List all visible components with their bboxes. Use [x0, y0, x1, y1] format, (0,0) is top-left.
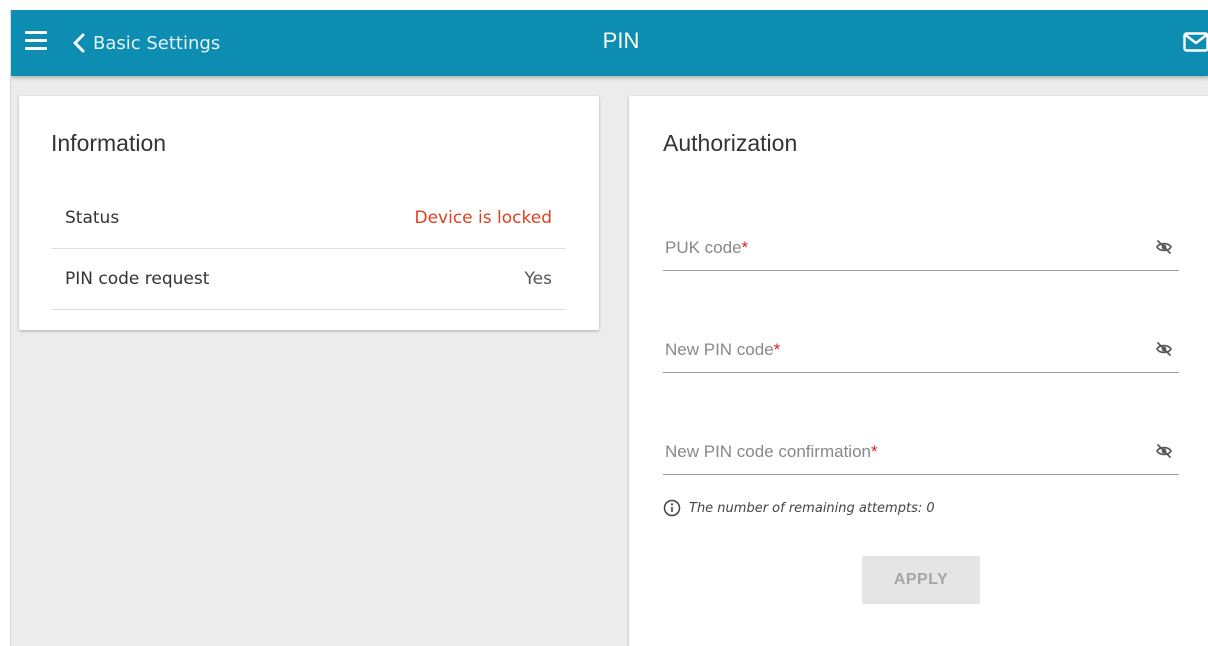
pin-request-label: PIN code request — [65, 269, 210, 289]
required-mark: * — [773, 340, 781, 359]
mail-icon[interactable] — [1183, 32, 1208, 52]
eye-off-icon[interactable] — [1155, 238, 1173, 256]
required-mark: * — [870, 442, 878, 461]
app-frame: Basic Settings PIN Information Status De… — [10, 10, 1208, 646]
authorization-card: Authorization PUK code* New PIN code* Ne… — [629, 96, 1208, 646]
puk-code-placeholder: PUK code* — [665, 238, 749, 257]
puk-code-field[interactable]: PUK code* — [663, 220, 1179, 271]
page-title: PIN — [602, 28, 640, 53]
information-title: Information — [51, 130, 167, 156]
status-label: Status — [65, 208, 120, 228]
attempts-hint: The number of remaining attempts: 0 — [663, 499, 935, 517]
new-pin-field[interactable]: New PIN code* — [663, 322, 1179, 373]
eye-off-icon[interactable] — [1155, 442, 1173, 460]
new-pin-placeholder: New PIN code* — [665, 340, 781, 359]
required-mark: * — [741, 238, 749, 257]
status-value: Device is locked — [414, 208, 553, 228]
status-row: Status Device is locked — [51, 188, 566, 249]
pin-request-value: Yes — [524, 269, 552, 289]
authorization-title: Authorization — [663, 130, 798, 156]
information-card: Information Status Device is locked PIN … — [19, 96, 599, 330]
apply-button[interactable]: APPLY — [862, 556, 980, 604]
pin-request-row: PIN code request Yes — [51, 249, 566, 310]
attempts-hint-text: The number of remaining attempts: 0 — [689, 500, 935, 516]
new-pin-confirmation-field[interactable]: New PIN code confirmation* — [663, 424, 1179, 475]
new-pin-confirmation-placeholder: New PIN code confirmation* — [665, 442, 878, 461]
eye-off-icon[interactable] — [1155, 340, 1173, 358]
info-icon — [663, 499, 681, 517]
top-bar: Basic Settings PIN — [11, 10, 1208, 76]
